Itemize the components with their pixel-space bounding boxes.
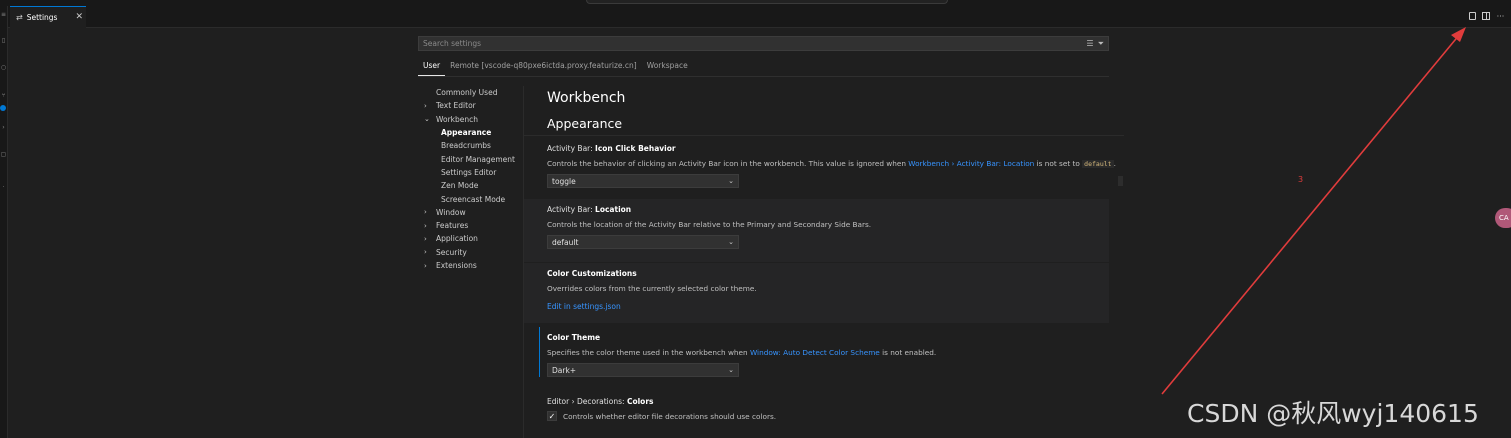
chevron-right-icon: › [424,234,427,243]
toc-label: Extensions [436,261,477,270]
tab-remote[interactable]: Remote [vscode-q80pxe6ictda.proxy.featur… [445,59,642,76]
toc-extensions[interactable]: › Extensions [424,259,524,272]
heading-divider [524,135,1124,136]
source-control-icon[interactable]: ⑂ [0,92,7,99]
setting-description: Controls the behavior of clicking an Act… [547,159,1116,168]
toc-zen-mode[interactable]: Zen Mode [424,179,524,192]
setting-title: Activity Bar: Location [547,205,632,214]
settings-tab-icon: ⇄ [16,13,23,22]
settings-list: Workbench Appearance Activity Bar: Icon … [524,80,1124,438]
toc-application[interactable]: › Application [424,232,524,245]
search-box: ☰ ⏷ [418,36,1109,51]
remote-icon[interactable]: ▢ [0,151,7,158]
run-icon[interactable]: › [0,124,7,131]
setting-title: Activity Bar: Icon Click Behavior [547,144,676,153]
setting-decorations-colors: Editor › Decorations: Colors ✓ Controls … [539,391,1109,436]
search-icon[interactable]: ○ [0,64,7,71]
scrollbar[interactable] [1118,176,1123,186]
setting-title: Color Theme [547,333,601,342]
setting-activity-bar-location: Activity Bar: Location Controls the loca… [524,199,1109,262]
files-icon[interactable]: ▯ [0,37,7,44]
chevron-down-icon: ⌄ [728,177,734,185]
tab-user[interactable]: User [418,59,446,76]
watermark: CSDN @秋风wyj140615 [1187,399,1479,428]
setting-description: Overrides colors from the currently sele… [547,284,757,293]
toc-label: Window [436,207,466,217]
edit-settings-json-link[interactable]: Edit in settings.json [547,302,1109,311]
subsection-heading: Appearance [547,116,623,131]
chevron-right-icon: › [424,221,427,230]
toc-commonly-used[interactable]: Commonly Used [424,86,524,99]
toc-breadcrumbs[interactable]: Breadcrumbs [424,139,524,152]
chevron-right-icon: › [424,248,427,257]
filter-icon[interactable]: ⏷ [1098,39,1104,49]
toc-label: Commonly Used [436,88,498,98]
chevron-right-icon: › [424,101,427,110]
notification-badge [0,105,6,111]
icon-click-behavior-select[interactable]: toggle ⌄ [547,174,739,188]
setting-icon-click-behavior: Activity Bar: Icon Click Behavior Contro… [539,138,1116,198]
setting-description: Specifies the color theme used in the wo… [547,348,937,357]
tab-bar: ⇄ Settings ✕ ··· [8,6,1511,28]
checkbox[interactable]: ✓ [547,411,557,421]
setting-link[interactable]: Window: Auto Detect Color Scheme [750,348,880,357]
toc-features[interactable]: › Features [424,219,524,232]
toc-settings-editor[interactable]: Settings Editor [424,166,524,179]
search-input[interactable] [423,39,1087,48]
toc-window[interactable]: › Window [424,206,524,219]
chevron-down-icon: ⌄ [728,366,734,374]
split-editor-icon[interactable] [1482,12,1490,20]
toc-workbench[interactable]: ⌄ Workbench [424,113,524,126]
side-bubble[interactable]: CA [1495,208,1511,228]
setting-title: Color Customizations [547,269,637,278]
checkbox-label: Controls whether editor file decorations… [563,411,777,421]
toc-label: Workbench [436,114,478,124]
clear-filter-icon[interactable]: ☰ [1086,39,1093,49]
toc-security[interactable]: › Security [424,246,524,259]
toc-screencast-mode[interactable]: Screencast Mode [424,192,524,205]
toc-appearance[interactable]: Appearance [424,126,524,139]
settings-toc: Commonly Used › Text Editor ⌄ Workbench Ap… [424,86,524,272]
explorer-icon[interactable]: ≡ [0,11,7,18]
activity-bar-location-select[interactable]: default ⌄ [547,235,739,249]
scope-tabs: User Remote [vscode-q80pxe6ictda.proxy.f… [418,59,1109,77]
annotation-number: 3 [1298,175,1304,184]
toc-label: Features [436,221,469,231]
close-icon[interactable]: ✕ [75,12,83,22]
color-theme-select[interactable]: Dark+ ⌄ [547,363,739,377]
more-actions-icon[interactable]: ··· [1496,12,1505,21]
setting-link[interactable]: Workbench › Activity Bar: Location [908,159,1034,168]
setting-title: Editor › Decorations: Colors [547,397,654,406]
tab-workspace[interactable]: Workspace [642,59,693,76]
decorations-colors-option: ✓ Controls whether editor file decoratio… [547,411,1109,421]
editor-actions: ··· [1469,12,1505,21]
toc-label: Text Editor [436,101,476,111]
setting-description: Controls the location of the Activity Ba… [547,220,872,229]
setting-color-customizations: Color Customizations Overrides colors fr… [524,263,1109,323]
command-center[interactable] [586,0,948,4]
activity-bar: ≡ ▯ ○ ⑂ › ▢ · [0,6,8,438]
extensions-icon[interactable]: · [0,184,7,191]
chevron-down-icon: ⌄ [424,115,430,124]
open-settings-json-icon[interactable] [1469,12,1476,20]
chevron-right-icon: › [424,208,427,217]
inline-code: default [1082,160,1114,168]
toc-label: Application [436,234,478,244]
tab-settings[interactable]: ⇄ Settings ✕ [10,6,86,28]
toc-label: Security [436,247,467,257]
section-heading: Workbench [547,90,626,106]
chevron-down-icon: ⌄ [728,238,734,246]
tab-label: Settings [26,13,58,22]
toc-text-editor[interactable]: › Text Editor [424,99,524,112]
setting-color-theme: Color Theme Specifies the color theme us… [539,327,1109,377]
chevron-right-icon: › [424,261,427,270]
toc-editor-management[interactable]: Editor Management [424,152,524,165]
